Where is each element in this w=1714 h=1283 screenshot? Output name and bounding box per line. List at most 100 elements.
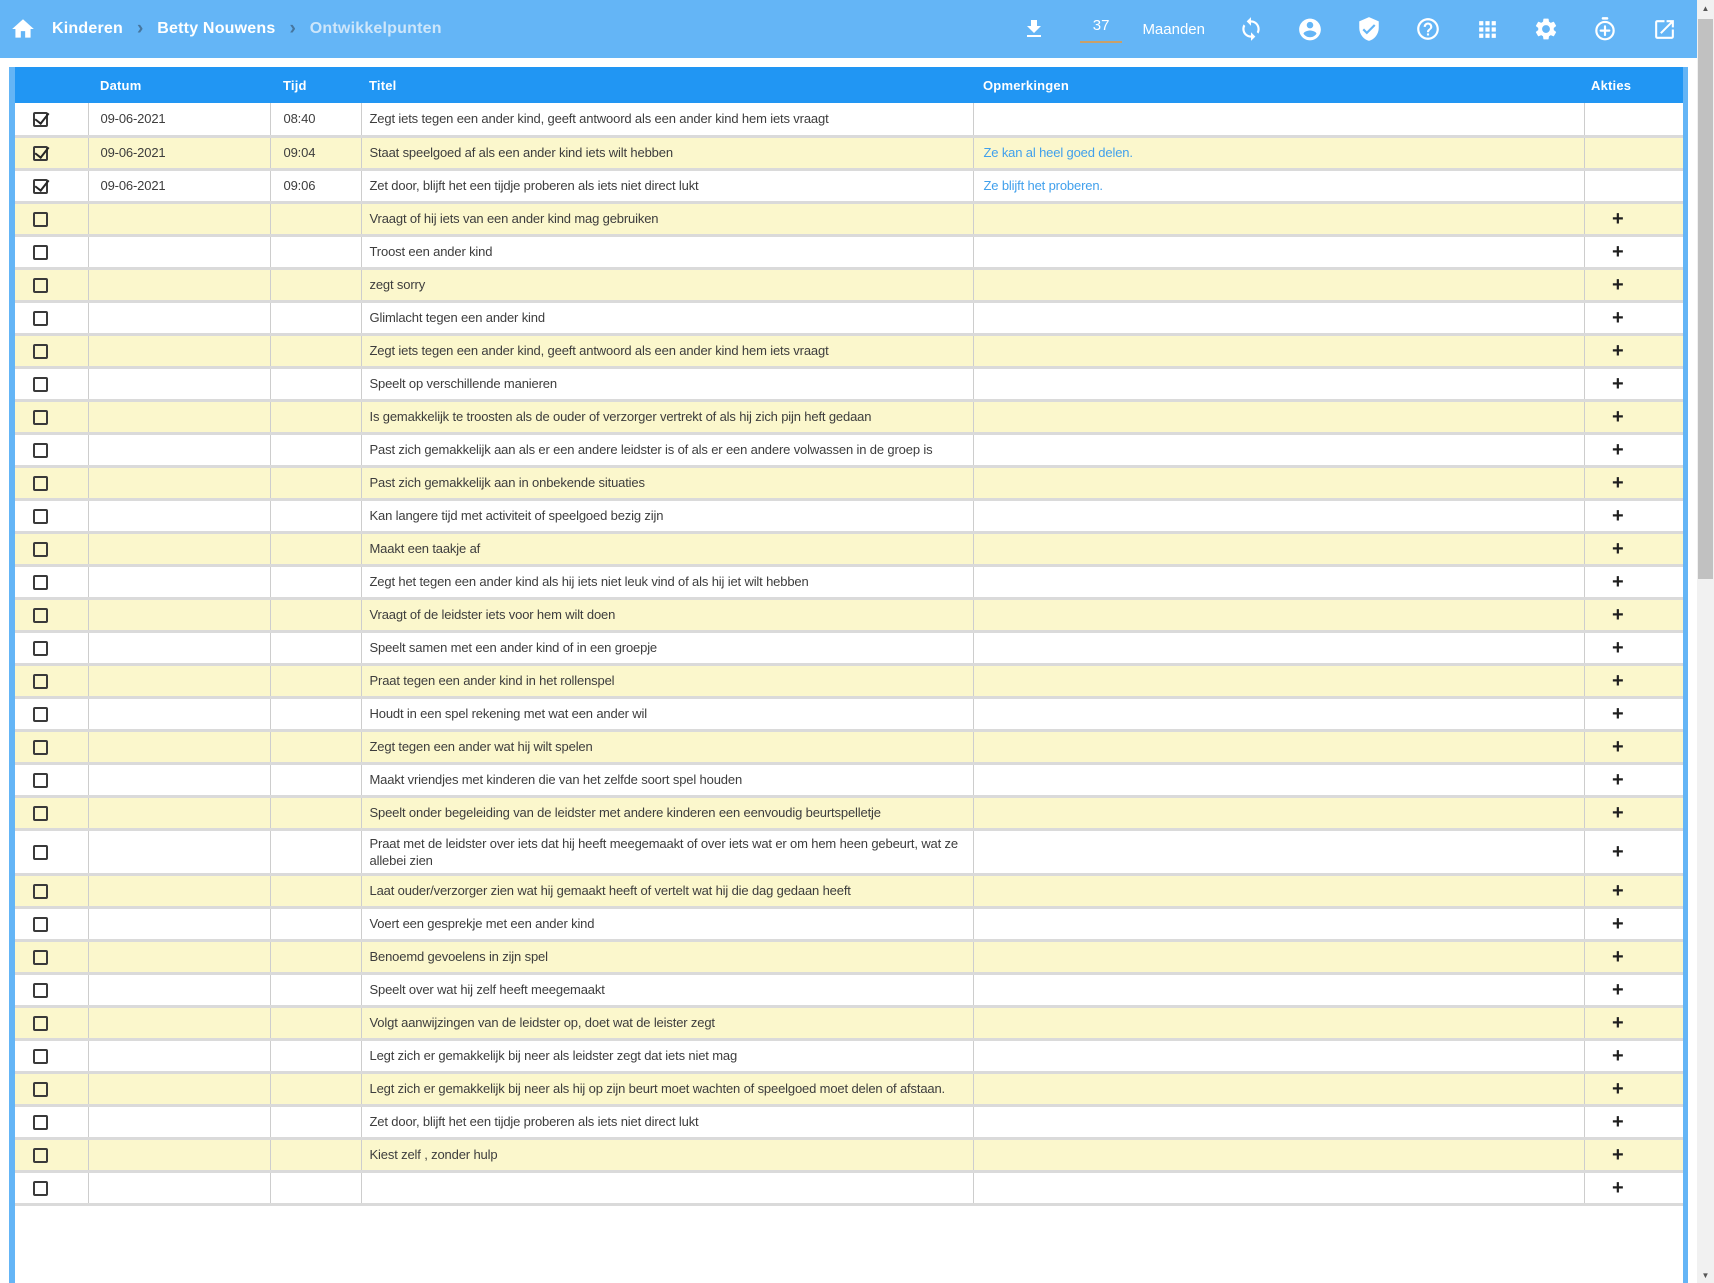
scroll-down-icon[interactable]: ▼ — [1697, 1267, 1714, 1283]
remark-link[interactable]: Ze blijft het proberen. — [984, 178, 1103, 193]
row-checkbox[interactable] — [33, 608, 48, 623]
add-observation-button[interactable]: + — [1612, 440, 1624, 460]
row-checkbox[interactable] — [33, 509, 48, 524]
row-checkbox[interactable] — [33, 641, 48, 656]
titel-cell: Praat tegen een ander kind in het rollen… — [361, 664, 973, 697]
add-observation-button[interactable]: + — [1612, 539, 1624, 559]
add-observation-button[interactable]: + — [1612, 1013, 1624, 1033]
row-checkbox[interactable] — [33, 245, 48, 260]
row-checkbox[interactable] — [33, 112, 48, 127]
row-checkbox[interactable] — [33, 674, 48, 689]
column-header-tijd: Tijd — [270, 67, 361, 103]
row-checkbox[interactable] — [33, 443, 48, 458]
row-checkbox[interactable] — [33, 410, 48, 425]
add-observation-button[interactable]: + — [1612, 506, 1624, 526]
row-checkbox[interactable] — [33, 1016, 48, 1031]
timer-add-icon[interactable] — [1592, 16, 1618, 42]
settings-gear-icon[interactable] — [1533, 16, 1559, 42]
akties-cell: + — [1584, 874, 1683, 907]
row-checkbox[interactable] — [33, 773, 48, 788]
add-observation-button[interactable]: + — [1612, 1178, 1624, 1198]
account-icon[interactable] — [1297, 16, 1323, 42]
row-checkbox[interactable] — [33, 278, 48, 293]
shield-check-icon[interactable] — [1356, 16, 1382, 42]
breadcrumb-item-kinderen[interactable]: Kinderen — [52, 20, 123, 38]
tijd-cell — [270, 973, 361, 1006]
row-checkbox[interactable] — [33, 1082, 48, 1097]
row-checkbox[interactable] — [33, 1049, 48, 1064]
add-observation-button[interactable]: + — [1612, 881, 1624, 901]
add-observation-button[interactable]: + — [1612, 605, 1624, 625]
scrollbar-thumb[interactable] — [1698, 19, 1713, 579]
vertical-scrollbar[interactable]: ▲ ▼ — [1697, 0, 1714, 1283]
add-observation-button[interactable]: + — [1612, 671, 1624, 691]
open-in-new-icon[interactable] — [1651, 16, 1677, 42]
row-checkbox[interactable] — [33, 884, 48, 899]
row-checkbox[interactable] — [33, 377, 48, 392]
row-checkbox[interactable] — [33, 1148, 48, 1163]
scroll-up-icon[interactable]: ▲ — [1697, 0, 1714, 16]
add-observation-button[interactable]: + — [1612, 1112, 1624, 1132]
row-checkbox[interactable] — [33, 311, 48, 326]
row-checkbox[interactable] — [33, 476, 48, 491]
table-row: Speelt op verschillende manieren + — [15, 367, 1683, 400]
row-checkbox[interactable] — [33, 1115, 48, 1130]
akties-cell: + — [1584, 598, 1683, 631]
add-observation-button[interactable]: + — [1612, 704, 1624, 724]
tijd-cell — [270, 598, 361, 631]
akties-cell: + — [1584, 697, 1683, 730]
row-checkbox[interactable] — [33, 146, 48, 161]
row-checkbox[interactable] — [33, 845, 48, 860]
add-observation-button[interactable]: + — [1612, 209, 1624, 229]
row-checkbox[interactable] — [33, 344, 48, 359]
add-observation-button[interactable]: + — [1612, 803, 1624, 823]
add-observation-button[interactable]: + — [1612, 842, 1624, 862]
titel-cell: Zegt tegen een ander wat hij wilt spelen — [361, 730, 973, 763]
add-observation-button[interactable]: + — [1612, 341, 1624, 361]
checkbox-cell — [15, 136, 88, 169]
checkbox-cell — [15, 466, 88, 499]
row-checkbox[interactable] — [33, 806, 48, 821]
table-row: Volgt aanwijzingen van de leidster op, d… — [15, 1006, 1683, 1039]
add-observation-button[interactable]: + — [1612, 242, 1624, 262]
row-checkbox[interactable] — [33, 542, 48, 557]
add-observation-button[interactable]: + — [1612, 770, 1624, 790]
file-download-icon[interactable] — [1021, 16, 1047, 42]
row-checkbox[interactable] — [33, 917, 48, 932]
titel-cell: Speelt op verschillende manieren — [361, 367, 973, 400]
akties-cell: + — [1584, 1105, 1683, 1138]
add-observation-button[interactable]: + — [1612, 572, 1624, 592]
home-icon[interactable] — [8, 14, 38, 44]
row-checkbox[interactable] — [33, 740, 48, 755]
add-observation-button[interactable]: + — [1612, 638, 1624, 658]
add-observation-button[interactable]: + — [1612, 980, 1624, 1000]
toolbar: 37 Maanden — [1021, 15, 1677, 43]
row-checkbox[interactable] — [33, 575, 48, 590]
remark-link[interactable]: Ze kan al heel goed delen. — [984, 145, 1133, 160]
row-checkbox[interactable] — [33, 950, 48, 965]
months-input[interactable]: 37 — [1080, 15, 1123, 43]
opmerking-cell — [973, 202, 1584, 235]
add-observation-button[interactable]: + — [1612, 374, 1624, 394]
row-checkbox[interactable] — [33, 1181, 48, 1196]
add-observation-button[interactable]: + — [1612, 308, 1624, 328]
row-checkbox[interactable] — [33, 212, 48, 227]
add-observation-button[interactable]: + — [1612, 1145, 1624, 1165]
add-observation-button[interactable]: + — [1612, 947, 1624, 967]
help-icon[interactable] — [1415, 16, 1441, 42]
add-observation-button[interactable]: + — [1612, 1046, 1624, 1066]
add-observation-button[interactable]: + — [1612, 473, 1624, 493]
breadcrumb-item-child[interactable]: Betty Nouwens — [157, 20, 275, 38]
row-checkbox[interactable] — [33, 983, 48, 998]
add-observation-button[interactable]: + — [1612, 407, 1624, 427]
table-row: Is gemakkelijk te troosten als de ouder … — [15, 400, 1683, 433]
add-observation-button[interactable]: + — [1612, 737, 1624, 757]
add-observation-button[interactable]: + — [1612, 914, 1624, 934]
apps-grid-icon[interactable] — [1474, 16, 1500, 42]
row-checkbox[interactable] — [33, 707, 48, 722]
add-observation-button[interactable]: + — [1612, 1079, 1624, 1099]
row-checkbox[interactable] — [33, 179, 48, 194]
add-observation-button[interactable]: + — [1612, 275, 1624, 295]
akties-cell: + — [1584, 1072, 1683, 1105]
sync-icon[interactable] — [1238, 16, 1264, 42]
